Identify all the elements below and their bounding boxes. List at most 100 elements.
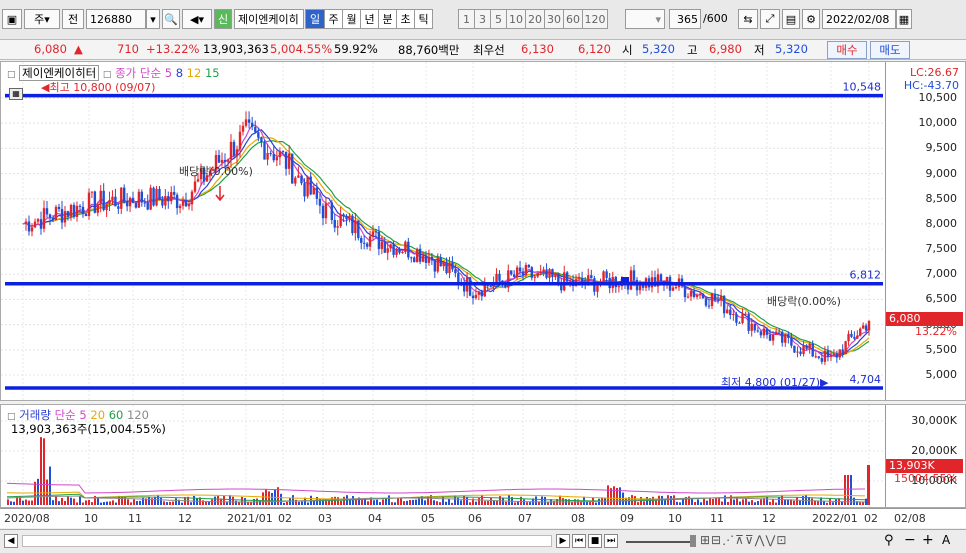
speaker-icon[interactable]: ◀▾ (182, 9, 212, 29)
candle-body (436, 257, 439, 272)
interval-10[interactable]: 10 (506, 9, 526, 29)
candle-body (51, 217, 55, 221)
volume-bar (442, 496, 444, 505)
zoom-slider[interactable] (626, 541, 696, 543)
volume-bar (448, 498, 450, 505)
volume-bar (79, 496, 81, 505)
volume-bar (262, 492, 264, 505)
window-icon[interactable]: ▣ (2, 9, 22, 29)
chart-scrollbar[interactable]: ◀ ▶ ⏮ ■ ⏭ ⊞⊟⋰⊼⊽⋀⋁⊡ ⚲ − + A (0, 529, 966, 553)
tab-week[interactable]: 주 (324, 9, 343, 29)
candle-body (155, 188, 158, 206)
turnover-rate: 59.92% (334, 42, 378, 56)
tab-second[interactable]: 초 (396, 9, 415, 29)
high-label: 고 (687, 43, 698, 57)
volume-bar (460, 500, 462, 505)
candle-body (605, 271, 608, 278)
calendar-icon[interactable]: ▦ (896, 9, 912, 29)
volume-bar (712, 498, 714, 505)
zoom-icon[interactable]: ⇆ (738, 9, 758, 29)
zoom-slider-handle[interactable] (690, 535, 696, 547)
stop-icon[interactable]: ■ (588, 534, 602, 548)
market-label: 주 (34, 13, 45, 26)
candle-body (272, 154, 275, 161)
volume-legend-name[interactable]: 거래량 (19, 408, 51, 422)
volume-bar (235, 500, 237, 505)
scroll-right-icon[interactable]: ▶ (556, 534, 570, 548)
prev-button[interactable]: 전 (62, 9, 84, 29)
sell-button[interactable]: 매도 (870, 41, 910, 59)
zoom-out-icon[interactable]: − (904, 532, 916, 548)
tab-tick[interactable]: 틱 (414, 9, 433, 29)
gear-icon[interactable]: ⚙ (802, 9, 820, 29)
candle-body (495, 273, 498, 283)
price-legend-name[interactable]: 제이엔케이히터 (19, 65, 100, 81)
stock-code-input[interactable]: 126880 (86, 9, 146, 29)
code-dropdown-icon[interactable]: ▾ (146, 9, 160, 29)
interval-3[interactable]: 3 (474, 9, 491, 29)
candle-body (383, 241, 386, 253)
grid-toggle-icon[interactable]: ▦ (9, 88, 23, 100)
market-select[interactable]: 주 ▾ (24, 9, 60, 29)
candle-body (235, 149, 239, 157)
candle-body (27, 221, 31, 232)
candle-body (184, 200, 188, 207)
magnifier-icon[interactable]: ⚲ (884, 533, 894, 548)
volume-bar (706, 500, 708, 505)
candle-body (284, 151, 288, 169)
volume-bar (643, 501, 645, 505)
font-size-icon[interactable]: A (942, 533, 950, 547)
candle-body (805, 345, 808, 349)
buy-button[interactable]: 매수 (827, 41, 867, 59)
scroll-left-icon[interactable]: ◀ (4, 534, 18, 548)
candle-body (738, 322, 741, 324)
volume-bar (811, 498, 813, 505)
interval-60[interactable]: 60 (563, 9, 583, 29)
interval-30[interactable]: 30 (544, 9, 564, 29)
volume-bar (850, 475, 852, 505)
candle-body (172, 192, 176, 195)
candle-body (563, 272, 566, 291)
candle-body (33, 221, 37, 228)
volume-bar (772, 499, 774, 505)
volume-tick-label: 20,000K (911, 444, 957, 457)
last-page-icon[interactable]: ⏭ (604, 534, 618, 548)
volume-bar (733, 499, 735, 505)
interval-120[interactable]: 120 (582, 9, 608, 29)
candle-body (275, 157, 279, 161)
tab-minute[interactable]: 분 (378, 9, 397, 29)
vma-label-20: 20 (90, 408, 106, 422)
price-chart-pane[interactable]: 10,548 6,812 4,704 ◀최고 10,800 (09/07) 최저 4,8… (0, 61, 966, 401)
custom-interval-select[interactable]: ▾ (625, 9, 665, 29)
first-page-icon[interactable]: ⏮ (572, 534, 586, 548)
candle-body (287, 153, 291, 169)
interval-5[interactable]: 5 (490, 9, 507, 29)
volume-bar (292, 495, 294, 505)
volume-chart-pane[interactable]: 30,000K 20,000K 10,000K 13,903K 15004.55% □ … (0, 404, 966, 508)
tab-day[interactable]: 일 (305, 9, 325, 29)
candle-body (802, 345, 805, 355)
tab-year[interactable]: 년 (360, 9, 379, 29)
candle-body (698, 293, 702, 295)
zoom-in-icon[interactable]: + (922, 532, 934, 548)
tab-month[interactable]: 월 (342, 9, 361, 29)
candle-body (442, 262, 445, 267)
interval-1[interactable]: 1 (458, 9, 475, 29)
volume-bar (193, 495, 195, 505)
scroll-track[interactable] (22, 535, 552, 547)
volume-bar (700, 502, 702, 505)
search-icon[interactable]: 🔍 (162, 9, 180, 29)
candle-body (515, 267, 519, 277)
save-icon[interactable]: ▤ (782, 9, 800, 29)
count-input[interactable]: 365 (669, 9, 701, 29)
candle-body (247, 119, 251, 123)
low-label: 저 (754, 43, 765, 57)
chart-type-icon[interactable]: ⤢ (760, 9, 780, 29)
candle-body (152, 187, 155, 206)
date-input[interactable]: 2022/02/08 (822, 9, 896, 29)
candle-body (241, 125, 245, 132)
interval-20[interactable]: 20 (525, 9, 545, 29)
volume-ma-line (6, 482, 865, 494)
drawing-tools-icon[interactable]: ⊞⊟⋰⊼⊽⋀⋁⊡ (700, 533, 787, 547)
candle-body (371, 231, 375, 237)
